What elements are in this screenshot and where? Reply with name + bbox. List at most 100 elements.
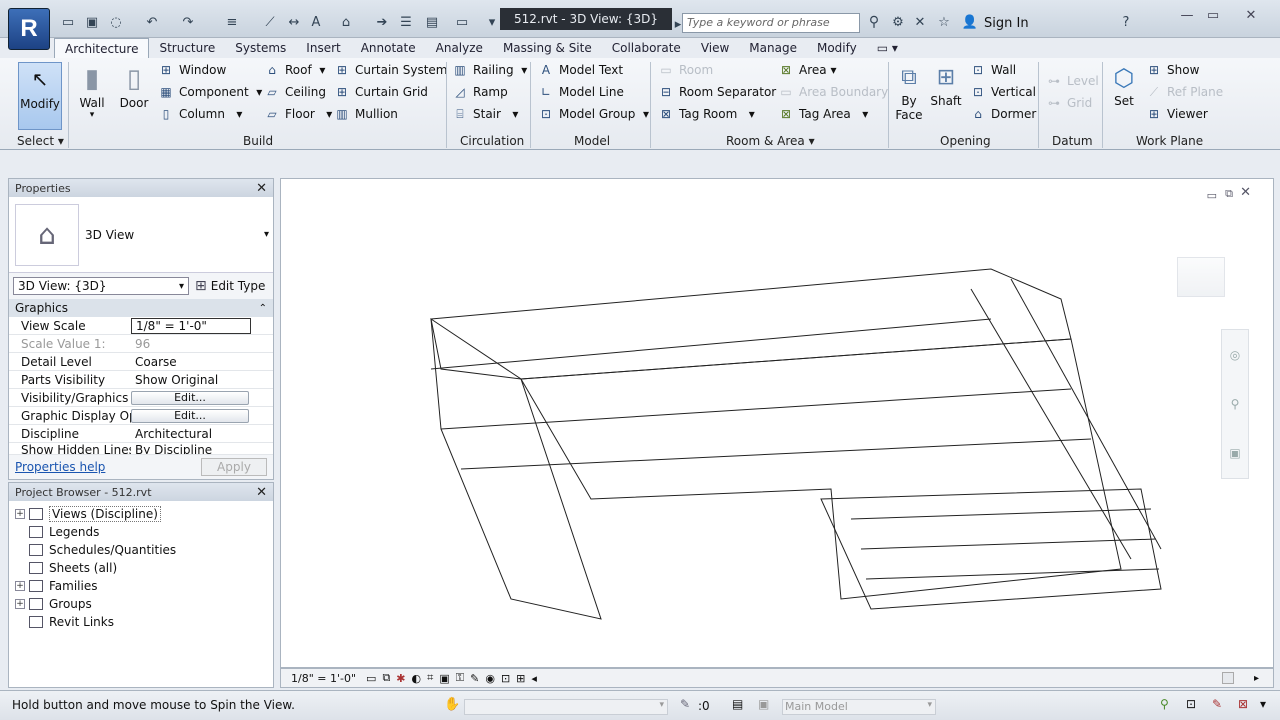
favorites-icon[interactable]: ☆ [936,14,952,30]
lock-3d-icon[interactable]: ⚿ [456,671,464,685]
tab-analyze[interactable]: Analyze [426,38,493,58]
workset-dropdown[interactable]: ▾ [464,699,668,715]
close-icon[interactable]: ✕ [256,485,267,500]
3d-view-canvas[interactable]: ▭ ⧉ ✕ ◎ ⚲ ▣ [280,178,1274,668]
floor-button[interactable]: ▱ Floor ▾ [264,103,332,125]
tag-area-button[interactable]: ⊠ Tag Area ▾ [778,103,888,125]
text-icon[interactable]: A [308,14,324,30]
visual-style-icon[interactable]: ⧉ [382,671,390,685]
shaft-button[interactable]: ⊞ Shaft [930,62,962,108]
model-group-button[interactable]: ⊡ Model Group ▾ [538,103,649,125]
discipline-value[interactable]: Architectural [131,427,251,441]
area-boundary-button[interactable]: ▭ Area Boundary [778,81,888,103]
minimize-icon[interactable]: — [1174,6,1200,24]
section-icon[interactable]: ➔ [374,14,390,30]
temporary-view-icon[interactable]: ⊡ [501,672,510,685]
room-separator-button[interactable]: ⊟ Room Separator [658,81,776,103]
sync-icon[interactable]: ◌ [108,14,124,30]
expand-toggle-icon[interactable] [15,545,25,555]
properties-help-link[interactable]: Properties help [15,460,105,474]
dormer-button[interactable]: ⌂ Dormer [970,103,1036,125]
browser-item[interactable]: Legends [9,523,273,541]
apply-button[interactable]: Apply [201,458,267,476]
view-scale-input[interactable]: 1/8" = 1'-0" [131,317,251,334]
railing-button[interactable]: ▥ Railing ▾ [452,59,527,81]
browser-item[interactable]: + Views (Discipline) [9,505,273,523]
tab-massing-site[interactable]: Massing & Site [493,38,602,58]
show-button[interactable]: ⊞ Show [1146,59,1223,81]
edit-type-icon[interactable]: ⊞ [195,278,207,294]
browser-item[interactable]: Sheets (all) [9,559,273,577]
viewer-button[interactable]: ⊞ Viewer [1146,103,1223,125]
hide-isolate-icon[interactable]: ✎ [470,672,479,685]
subscription-icon[interactable]: ⚙ [890,14,906,30]
wall-opening-button[interactable]: ⊡ Wall [970,59,1036,81]
browser-item[interactable]: + Groups [9,595,273,613]
browser-item[interactable]: + Families [9,577,273,595]
instance-selector[interactable]: 3D View: {3D} ▾ [13,277,189,295]
expand-toggle-icon[interactable] [15,527,25,537]
expand-toggle-icon[interactable]: + [15,599,25,609]
tab-manage[interactable]: Manage [739,38,807,58]
type-selector[interactable]: ⌂ 3D View ▾ [9,197,273,273]
editable-icon[interactable]: ✎ [680,697,690,711]
mullion-button[interactable]: ▥ Mullion [334,103,447,125]
select-underlay-icon[interactable]: ⊡ [1186,697,1196,711]
by-face-button[interactable]: ⧉ By Face [894,62,924,122]
undo-icon[interactable]: ↶ [144,14,160,30]
window-button[interactable]: ⊞ Window [158,59,262,81]
sun-path-icon[interactable]: ✱ [396,672,405,685]
tab-modify[interactable]: Modify [807,38,867,58]
ramp-button[interactable]: ◿ Ramp [452,81,527,103]
customize-qat-icon[interactable]: ▾ [484,14,500,30]
close-icon[interactable]: ✕ [256,181,267,196]
tab-view[interactable]: View [691,38,739,58]
filter-icon[interactable]: ▾ [1260,697,1266,711]
modify-button[interactable]: ↖ Modify [18,62,62,130]
tab-insert[interactable]: Insert [296,38,350,58]
scroll-right-icon[interactable]: ▸ [1254,673,1259,684]
binoculars-icon[interactable]: ⚲ [866,14,882,30]
communication-icon[interactable]: ✕ [912,14,928,30]
default-3d-view-icon[interactable]: ⌂ [338,14,354,30]
analytical-model-icon[interactable]: ⊞ [516,672,525,685]
curtain-system-button[interactable]: ⊞ Curtain System [334,59,448,81]
shadows-icon[interactable]: ◐ [412,672,422,685]
ref-plane-button[interactable]: ⟋ Ref Plane [1146,81,1223,103]
help-icon[interactable]: ? [1118,14,1134,30]
search-input[interactable]: Type a keyword or phrase [682,13,860,33]
redo-icon[interactable]: ↷ [180,14,196,30]
view-restore-icon[interactable]: ⧉ [1225,187,1233,201]
model-text-button[interactable]: A Model Text [538,59,649,81]
scroll-left-icon[interactable]: ◂ [531,672,537,685]
room-area-dropdown[interactable]: Room & Area ▾ [726,134,815,150]
tab-structure[interactable]: Structure [149,38,225,58]
save-icon[interactable]: ▣ [84,14,100,30]
thin-lines-icon[interactable]: ☰ [398,14,414,30]
area-button[interactable]: ⊠ Area ▾ [778,59,888,81]
ceiling-button[interactable]: ▱ Ceiling [264,81,332,103]
component-button[interactable]: ▦ Component ▾ [158,81,262,103]
stair-button[interactable]: ⌸ Stair ▾ [452,103,527,125]
design-option-dropdown[interactable]: Main Model ▾ [782,699,936,715]
select-pinned-icon[interactable]: ✎ [1212,697,1222,711]
edit-type-button[interactable]: Edit Type [211,279,266,293]
door-button[interactable]: ▯ Door [118,62,150,110]
detail-level-icon[interactable]: ▭ [366,672,376,685]
column-button[interactable]: ▯ Column ▾ [158,103,262,125]
tag-room-button[interactable]: ⊠ Tag Room ▾ [658,103,776,125]
visibility-graphics-edit-button[interactable]: Edit... [131,390,249,405]
close-hidden-windows-icon[interactable]: ▤ [424,14,440,30]
crop-view-icon[interactable]: ⌗ [427,671,433,685]
exclude-options-icon[interactable]: ▣ [758,697,769,711]
expand-toggle-icon[interactable] [15,563,25,573]
roof-button[interactable]: ⌂ Roof ▾ [264,59,332,81]
expand-toggle-icon[interactable] [15,617,25,627]
user-icon[interactable]: 👤 [962,14,978,30]
print-icon[interactable]: ≡ [224,14,240,30]
switch-windows-icon[interactable]: ▭ [454,14,470,30]
view-scale-control[interactable]: 1/8" = 1'-0" [291,672,356,685]
level-button[interactable]: ⊶ Level [1046,70,1099,92]
tab-systems[interactable]: Systems [225,38,296,58]
parts-visibility-value[interactable]: Show Original [131,373,251,387]
